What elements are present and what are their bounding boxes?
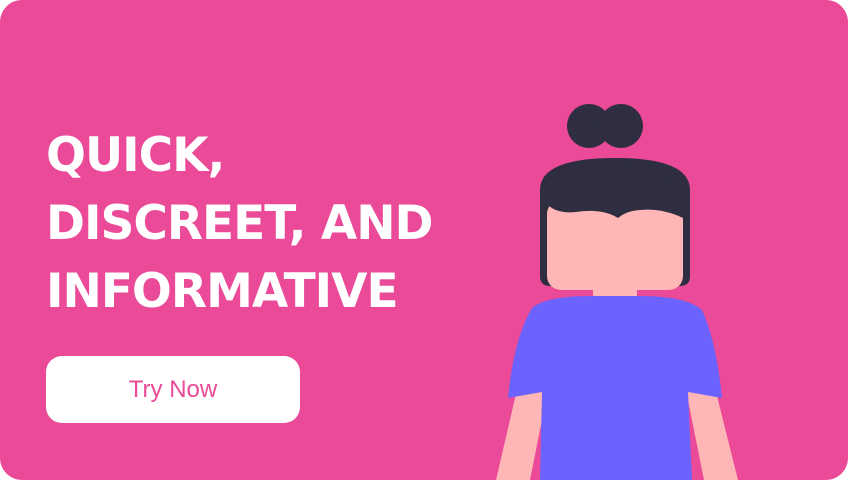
headline: QUICK, DISCREET, AND INFORMATIVE <box>46 122 434 326</box>
try-now-button[interactable]: Try Now <box>46 356 300 423</box>
headline-line-1: QUICK, <box>46 128 225 183</box>
promo-banner: QUICK, DISCREET, AND INFORMATIVE Try Now <box>0 0 848 480</box>
woman-avatar-icon <box>496 104 738 480</box>
headline-line-3: INFORMATIVE <box>46 264 399 319</box>
headline-line-2: DISCREET, AND <box>46 196 434 251</box>
